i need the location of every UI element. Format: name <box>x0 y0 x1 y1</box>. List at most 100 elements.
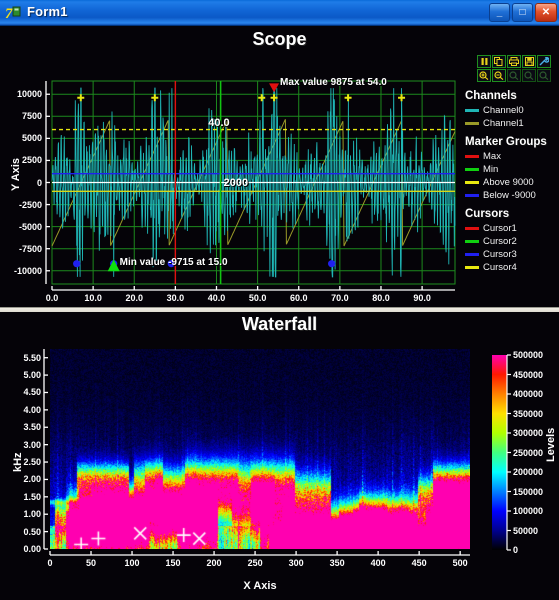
scope-y-tick-label: 0 <box>36 177 42 188</box>
colorbar-tick-label: 200000 <box>513 467 544 477</box>
legend-heading-cursors: Cursors <box>465 208 510 220</box>
colorbar-tick-label: 450000 <box>513 369 544 380</box>
application-window: 7 Form1 _ □ ✕ Scope Y Axis Samples 0.010… <box>0 0 559 600</box>
colorbar-tick-label: 150000 <box>513 486 544 497</box>
scope-y-tick-label: -2500 <box>18 199 42 210</box>
scope-y-tick-label: 2500 <box>21 155 42 166</box>
legend-item-label: Cursor4 <box>483 261 517 273</box>
legend-swatch-icon <box>465 108 479 112</box>
waterfall-y-tick-label: 3.00 <box>23 439 41 450</box>
close-glyph: ✕ <box>541 7 551 18</box>
legend-heading-marker-groups: Marker Groups <box>465 136 547 148</box>
plot-legend: Channels Channel0 Channel1 Marker Groups Max… <box>465 54 559 274</box>
waterfall-y-tick-label: 1.00 <box>23 509 41 520</box>
legend-item-min[interactable]: Min <box>465 163 559 175</box>
waterfall-y-tick-label: 0.50 <box>23 526 41 537</box>
legend-swatch-icon <box>465 239 479 243</box>
scope-min-annotation: Min value -9715 at 15.0 <box>119 257 228 269</box>
scope-x-tick-label: 10.0 <box>84 293 102 303</box>
scope-y-tick-label: 7500 <box>21 111 42 122</box>
legend-heading-channels: Channels <box>465 90 517 102</box>
legend-item-max[interactable]: Max <box>465 150 559 162</box>
waterfall-x-tick-label: 200 <box>206 558 222 568</box>
legend-item-label: Cursor1 <box>483 222 517 234</box>
legend-item-cursor4[interactable]: Cursor4 <box>465 261 559 273</box>
colorbar-tick-label: 400000 <box>513 389 544 399</box>
legend-item-label: Below -9000 <box>483 189 536 201</box>
legend-item-cursor2[interactable]: Cursor2 <box>465 235 559 247</box>
legend-item-cursor1[interactable]: Cursor1 <box>465 222 559 234</box>
legend-item-channel0[interactable]: Channel0 <box>465 104 559 116</box>
waterfall-y-tick-label: 3.50 <box>23 422 41 433</box>
waterfall-x-tick-label: 250 <box>247 558 263 568</box>
legend-item-label: Cursor2 <box>483 235 517 247</box>
scope-x-tick-label: 30.0 <box>166 293 185 303</box>
legend-swatch-icon <box>465 180 479 184</box>
colorbar-tick-label: 300000 <box>513 428 544 438</box>
window-title: Form1 <box>27 4 68 19</box>
legend-item-channel1[interactable]: Channel1 <box>465 117 559 129</box>
svg-text:7: 7 <box>5 6 13 22</box>
legend-item-cursor3[interactable]: Cursor3 <box>465 248 559 260</box>
legend-item-label: Min <box>483 163 499 175</box>
scope-y-tick-label: 10000 <box>16 89 42 100</box>
waterfall-y-tick-label: 5.00 <box>23 370 41 381</box>
colorbar-tick-label: 500000 <box>513 350 544 360</box>
cursor4-value-label: 2000 <box>223 176 249 189</box>
legend-swatch-icon <box>465 154 479 158</box>
cursor2-value-label: 40.0 <box>208 116 230 129</box>
scope-x-tick-label: 60.0 <box>289 293 308 303</box>
waterfall-x-tick-label: 100 <box>124 558 140 568</box>
legend-item-label: Cursor3 <box>483 248 517 260</box>
close-button[interactable]: ✕ <box>535 3 557 22</box>
legend-swatch-icon <box>465 226 479 230</box>
legend-swatch-icon <box>465 265 479 269</box>
waterfall-x-tick-label: 0 <box>47 558 53 568</box>
waterfall-x-tick-label: 150 <box>165 558 181 568</box>
scope-max-annotation: Max value 9875 at 54.0 <box>280 77 387 89</box>
scope-y-tick-label: 5000 <box>21 133 42 144</box>
colorbar-tick-label: 0 <box>513 545 519 555</box>
colorbar-tick-label: 100000 <box>513 506 544 516</box>
scope-x-tick-label: 70.0 <box>331 293 349 303</box>
waterfall-y-tick-label: 2.50 <box>23 457 41 468</box>
legend-item-label: Channel1 <box>483 117 524 129</box>
scope-x-tick-label: 50.0 <box>248 293 267 303</box>
waterfall-y-tick-label: 5.50 <box>23 352 41 363</box>
waterfall-x-tick-label: 350 <box>329 558 345 568</box>
legend-swatch-icon <box>465 167 479 171</box>
legend-item-label: Max <box>483 150 501 162</box>
window-titlebar: 7 Form1 _ □ ✕ <box>0 0 559 26</box>
waterfall-y-tick-label: 0.00 <box>23 544 41 554</box>
scope-x-tick-label: 0.0 <box>45 293 59 303</box>
colorbar-tick-label: 50000 <box>513 525 539 536</box>
waterfall-axes <box>43 349 511 556</box>
scope-panel: Scope Y Axis Samples 0.010.020.030.040.0… <box>0 26 559 307</box>
minimize-glyph: _ <box>496 7 503 18</box>
form-designer-icon: 7 <box>5 4 23 22</box>
maximize-button[interactable]: □ <box>512 3 533 22</box>
legend-item-above-9000[interactable]: Above 9000 <box>465 176 559 188</box>
waterfall-x-tick-label: 50 <box>86 558 97 568</box>
scope-x-tick-label: 90.0 <box>413 293 431 303</box>
waterfall-y-tick-label: 4.00 <box>23 404 41 415</box>
legend-item-below-9000[interactable]: Below -9000 <box>465 189 559 201</box>
scope-y-tick-label: -5000 <box>18 221 42 232</box>
waterfall-x-tick-label: 400 <box>370 558 386 568</box>
waterfall-panel: Waterfall kHz X Axis Levels 0 50 100 150 200… <box>0 312 559 600</box>
legend-swatch-icon <box>465 121 479 125</box>
minimize-button[interactable]: _ <box>489 3 510 22</box>
scope-y-tick-label: -7500 <box>18 243 42 254</box>
waterfall-y-tick-label: 4.50 <box>23 387 41 398</box>
waterfall-x-tick-label: 500 <box>452 558 468 568</box>
scope-x-tick-label: 20.0 <box>125 293 143 303</box>
maximize-glyph: □ <box>519 7 526 18</box>
waterfall-y-tick-label: 1.50 <box>23 491 41 502</box>
scope-x-tick-label: 40.0 <box>207 293 226 303</box>
legend-swatch-icon <box>465 193 479 197</box>
colorbar-tick-label: 250000 <box>513 447 544 458</box>
waterfall-x-tick-label: 450 <box>411 558 427 568</box>
legend-item-label: Above 9000 <box>483 176 534 188</box>
legend-item-label: Channel0 <box>483 104 524 116</box>
waterfall-y-tick-label: 2.00 <box>23 474 41 485</box>
